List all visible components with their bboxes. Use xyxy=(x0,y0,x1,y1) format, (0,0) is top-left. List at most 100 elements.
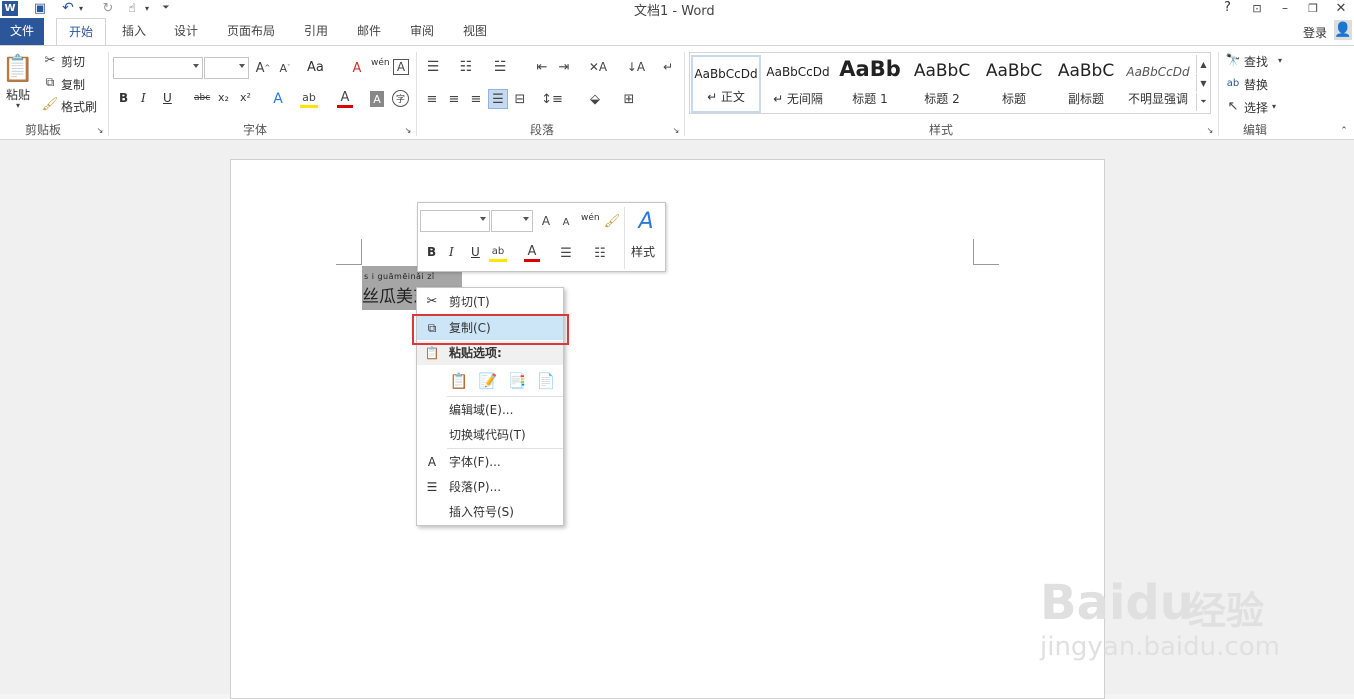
select-dropdown-icon[interactable]: ▾ xyxy=(1270,100,1278,112)
mini-numbering-icon[interactable]: ☷ xyxy=(591,244,609,262)
tab-references[interactable]: 引用 xyxy=(296,18,336,45)
subscript-button[interactable]: x₂ xyxy=(218,91,229,104)
ribbon-display-icon[interactable]: ⊡ xyxy=(1250,0,1264,16)
text-effects-icon[interactable]: A xyxy=(270,90,286,108)
align-left-icon[interactable]: ≡ xyxy=(424,90,440,108)
select-arrow-icon[interactable]: ↖ xyxy=(1225,98,1241,114)
style-no-spacing[interactable]: AaBbCcDd ↵ 无间隔 xyxy=(763,55,833,113)
menu-item-paragraph[interactable]: ☰ 段落(P)... xyxy=(417,475,563,499)
redo-icon[interactable]: ↻ xyxy=(100,0,116,16)
paste-merge-format-icon[interactable]: 📝 xyxy=(477,369,499,393)
gallery-more-icon[interactable]: ⏷ xyxy=(1196,93,1210,111)
show-marks-icon[interactable]: ↵ xyxy=(659,58,677,76)
clipboard-launcher-icon[interactable]: ↘ xyxy=(95,125,105,135)
replace-button[interactable]: 替换 xyxy=(1244,76,1268,93)
gallery-up-icon[interactable]: ▲ xyxy=(1196,55,1210,73)
minimize-icon[interactable]: – xyxy=(1278,0,1292,16)
chinese-layout-icon[interactable]: ✕A xyxy=(588,58,608,76)
style-subtle-emphasis[interactable]: AaBbCcDd 不明显强调 xyxy=(1123,55,1193,113)
find-button[interactable]: 查找 xyxy=(1244,53,1268,70)
mini-bullets-icon[interactable]: ☰ xyxy=(557,244,575,262)
help-button[interactable]: ? xyxy=(1224,0,1231,15)
distributed-icon[interactable]: ⊟ xyxy=(511,90,529,108)
avatar-icon[interactable]: 👤 xyxy=(1334,20,1352,40)
line-spacing-icon[interactable]: ↕≡ xyxy=(541,90,563,108)
styles-launcher-icon[interactable]: ↘ xyxy=(1205,125,1215,135)
tab-design[interactable]: 设计 xyxy=(166,18,206,45)
style-heading-2[interactable]: AaBbC 标题 2 xyxy=(907,55,977,113)
find-dropdown-icon[interactable]: ▾ xyxy=(1276,54,1284,66)
tab-home[interactable]: 开始 xyxy=(56,18,106,46)
tab-review[interactable]: 审阅 xyxy=(402,18,442,45)
style-subtitle[interactable]: AaBbC 副标题 xyxy=(1051,55,1121,113)
copy-icon[interactable]: ⧉ xyxy=(42,74,58,90)
menu-item-insert-symbol[interactable]: 插入符号(S) xyxy=(417,500,563,524)
word-app-icon[interactable]: W xyxy=(2,1,18,16)
char-border-icon[interactable]: A xyxy=(393,59,409,75)
paste-text-only-icon[interactable]: 📄 xyxy=(535,369,557,393)
menu-item-font[interactable]: A 字体(F)... xyxy=(417,450,563,474)
menu-item-toggle-field[interactable]: 切换域代码(T) xyxy=(417,423,563,447)
close-icon[interactable]: ✕ xyxy=(1334,0,1348,16)
style-normal[interactable]: AaBbCcDd ↵ 正文 xyxy=(691,55,761,113)
font-size-combo[interactable] xyxy=(204,57,249,79)
style-title[interactable]: AaBbC 标题 xyxy=(979,55,1049,113)
borders-icon[interactable]: ⊞ xyxy=(620,90,638,108)
tab-file[interactable]: 文件 xyxy=(0,18,44,45)
mini-font-color-icon[interactable]: A xyxy=(524,244,540,262)
select-button[interactable]: 选择 xyxy=(1244,99,1268,116)
gallery-down-icon[interactable]: ▼ xyxy=(1196,74,1210,92)
paste-picture-icon[interactable]: 📑 xyxy=(506,369,528,393)
char-shading-icon[interactable]: A xyxy=(370,91,384,107)
mini-format-painter-icon[interactable]: 🖌 xyxy=(604,212,621,230)
bullets-icon[interactable]: ☰ xyxy=(424,58,442,76)
mini-bold-button[interactable]: B xyxy=(427,245,436,259)
collapse-ribbon-icon[interactable]: ⌃ xyxy=(1338,126,1350,136)
mini-grow-font-icon[interactable]: A xyxy=(539,212,553,230)
mini-size-combo[interactable] xyxy=(491,210,533,232)
copy-button[interactable]: 复制 xyxy=(61,76,85,93)
menu-item-edit-field[interactable]: 编辑域(E)... xyxy=(417,398,563,422)
tab-insert[interactable]: 插入 xyxy=(114,18,154,45)
scissors-icon[interactable]: ✂ xyxy=(42,52,58,68)
multilevel-list-icon[interactable]: ☱ xyxy=(491,58,509,76)
format-painter-icon[interactable]: 🖌 xyxy=(42,96,59,112)
mini-font-combo[interactable] xyxy=(420,210,490,232)
superscript-button[interactable]: x² xyxy=(240,91,251,104)
enclose-char-icon[interactable]: 字 xyxy=(392,90,409,107)
paste-keep-format-icon[interactable]: 📋 xyxy=(448,369,470,393)
touch-dropdown-icon[interactable]: ▾ xyxy=(142,0,152,16)
format-painter-button[interactable]: 格式刷 xyxy=(61,98,97,115)
highlight-icon[interactable]: ab xyxy=(300,90,318,108)
mini-highlight-icon[interactable]: ab xyxy=(489,244,507,262)
strikethrough-button[interactable]: abc xyxy=(194,93,210,103)
mini-shrink-font-icon[interactable]: A xyxy=(559,214,573,230)
sort-icon[interactable]: ↓A xyxy=(627,58,645,76)
clear-format-icon[interactable]: A xyxy=(349,59,365,77)
underline-button[interactable]: U xyxy=(163,91,172,105)
align-center-icon[interactable]: ≡ xyxy=(446,90,462,108)
phonetic-guide-button[interactable]: wén xyxy=(371,58,390,68)
paste-dropdown-icon[interactable]: ▾ xyxy=(13,100,23,110)
mini-styles-icon[interactable]: A xyxy=(631,208,661,234)
decrease-indent-icon[interactable]: ⇤ xyxy=(533,58,551,76)
restore-icon[interactable]: ❐ xyxy=(1306,0,1320,16)
touch-mode-icon[interactable]: ☝ xyxy=(124,0,140,16)
justify-icon[interactable]: ☰ xyxy=(488,89,508,109)
italic-button[interactable]: I xyxy=(141,91,146,105)
shrink-font-icon[interactable]: Aˇ xyxy=(277,59,293,77)
paragraph-launcher-icon[interactable]: ↘ xyxy=(671,125,681,135)
bold-button[interactable]: B xyxy=(119,91,128,105)
font-name-combo[interactable] xyxy=(113,57,203,79)
cut-button[interactable]: 剪切 xyxy=(61,53,85,70)
grow-font-icon[interactable]: A ^ xyxy=(255,59,271,77)
increase-indent-icon[interactable]: ⇥ xyxy=(555,58,573,76)
replace-icon[interactable]: ab xyxy=(1225,75,1241,91)
tab-layout[interactable]: 页面布局 xyxy=(219,18,283,45)
mini-italic-button[interactable]: I xyxy=(449,245,454,259)
mini-phonetic-button[interactable]: wén xyxy=(581,213,600,223)
tab-mailings[interactable]: 邮件 xyxy=(349,18,389,45)
login-link[interactable]: 登录 xyxy=(1303,24,1327,41)
undo-dropdown-icon[interactable]: ▾ xyxy=(76,0,86,16)
tab-view[interactable]: 视图 xyxy=(455,18,495,45)
